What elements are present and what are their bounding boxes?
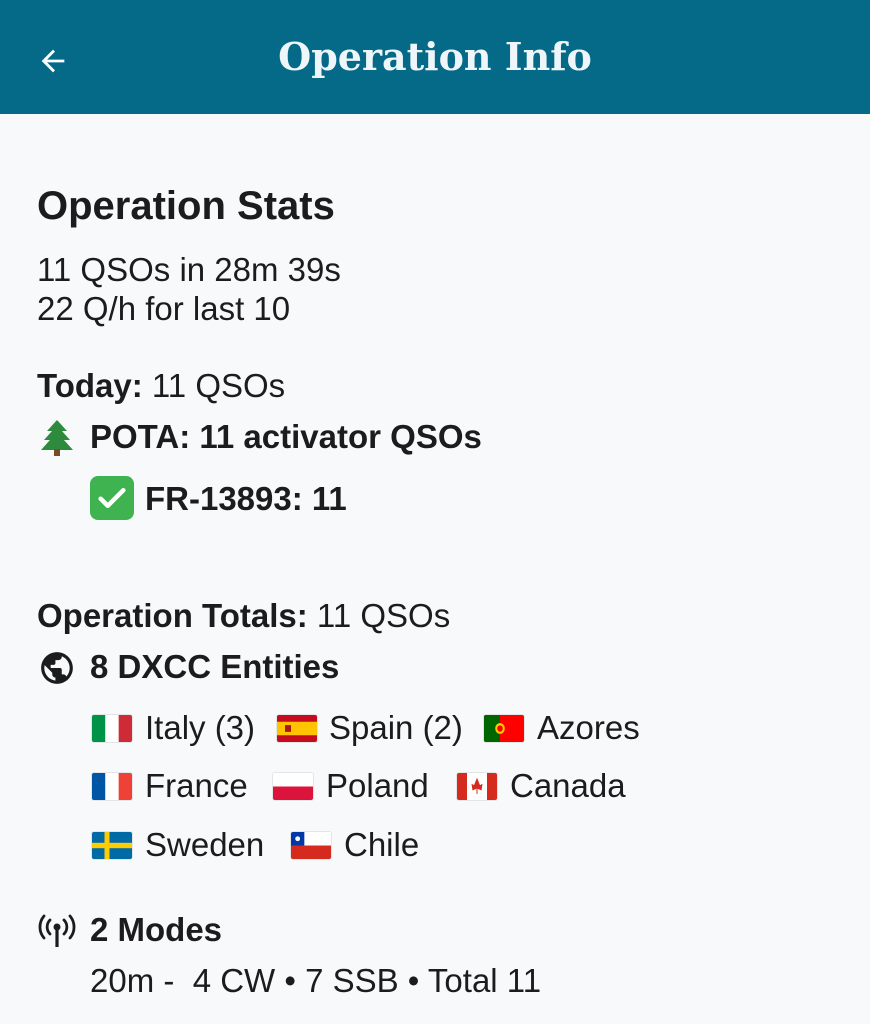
dxcc-label: 8 DXCC Entities [90, 648, 340, 685]
spain-flag-icon [277, 715, 317, 742]
stats-heading: Operation Stats [37, 184, 335, 228]
today-line: Today: 11 QSOs [37, 367, 285, 405]
italy-flag-icon [92, 715, 132, 742]
sweden-flag-icon [92, 832, 132, 859]
pota-label: POTA: 11 activator QSOs [90, 418, 482, 455]
portugal-flag-icon [484, 715, 524, 742]
entity-poland: Poland [326, 767, 429, 804]
globe-icon [41, 652, 73, 684]
check-mark-icon [90, 476, 134, 520]
totals-label: Operation Totals: [37, 597, 308, 634]
entity-canada: Canada [510, 767, 626, 804]
antenna-icon [38, 914, 76, 947]
entity-france: France [145, 767, 248, 804]
canada-flag-icon [457, 773, 497, 800]
totals-line: Operation Totals: 11 QSOs [37, 597, 450, 635]
rate-line: 22 Q/h for last 10 [37, 290, 291, 327]
app-bar: Operation Info [0, 0, 870, 114]
entity-italy: Italy (3) [145, 709, 256, 746]
arrow-left-icon [41, 49, 65, 73]
poland-flag-icon [273, 773, 313, 800]
park-label: FR-13893: 11 [145, 480, 347, 517]
today-label: Today: [37, 367, 143, 404]
entity-spain: Spain (2) [329, 709, 463, 746]
modes-label: 2 Modes [90, 911, 223, 948]
qso-count-line: 11 QSOs in 28m 39s [37, 251, 341, 288]
back-button[interactable] [22, 30, 84, 92]
entity-azores: Azores [537, 709, 640, 746]
modes-detail: 20m - 4 CW • 7 SSB • Total 11 [90, 962, 542, 999]
chile-flag-icon [291, 832, 331, 859]
entity-chile: Chile [344, 826, 420, 863]
page-title: Operation Info [278, 34, 592, 79]
totals-value: 11 QSOs [307, 597, 451, 634]
evergreen-tree-icon [41, 420, 73, 456]
entity-sweden: Sweden [145, 826, 265, 863]
today-value: 11 QSOs [142, 367, 286, 404]
france-flag-icon [92, 773, 132, 800]
